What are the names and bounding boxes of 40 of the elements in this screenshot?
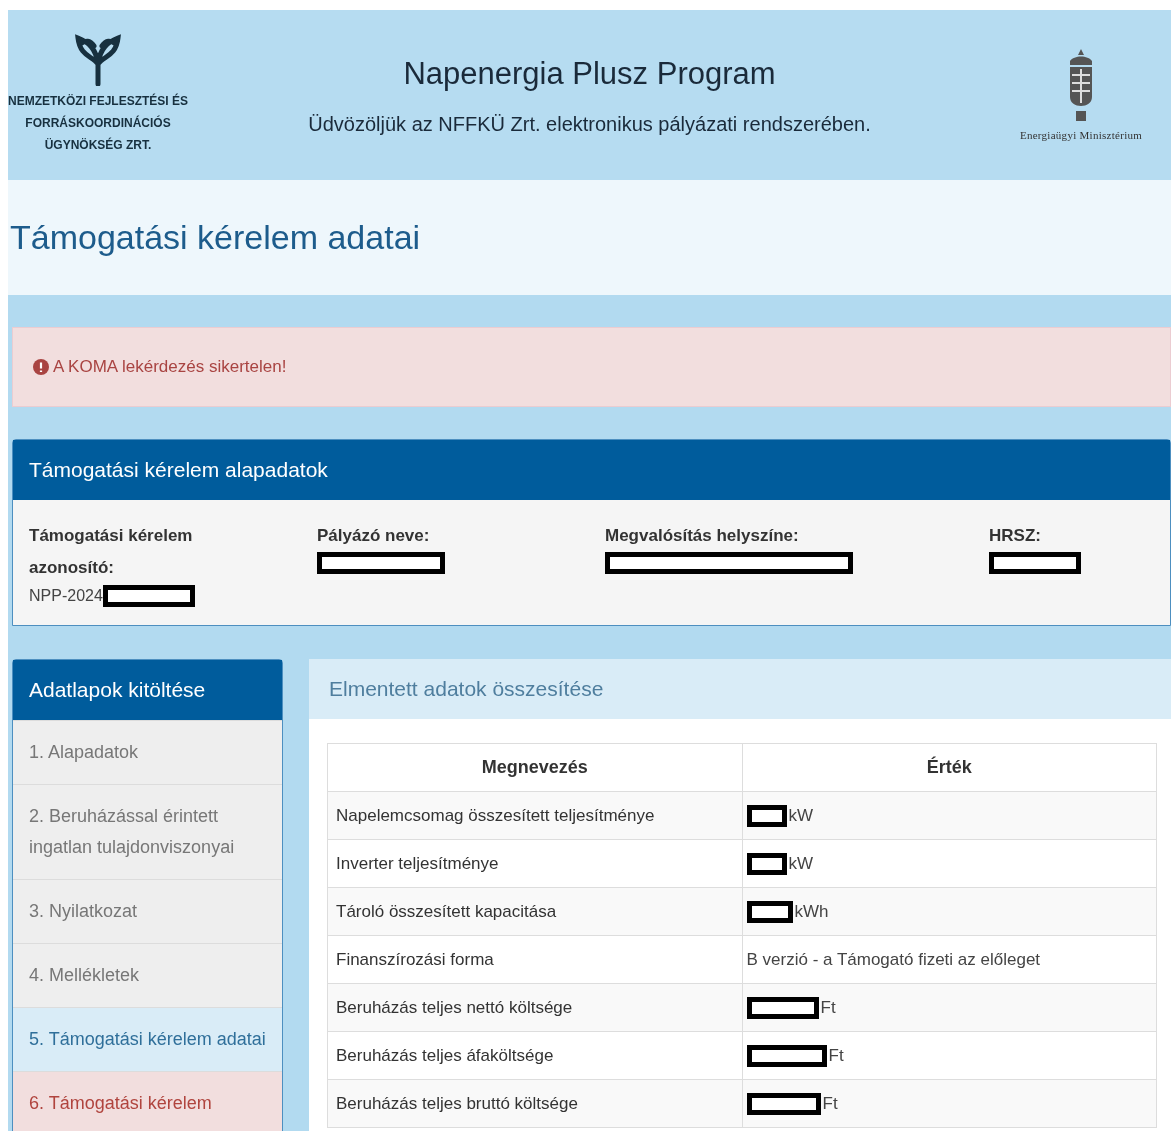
panel-title: Támogatási kérelem alapadatok xyxy=(29,457,328,484)
page-title: Támogatási kérelem adatai xyxy=(10,217,421,258)
column-header: Megnevezés xyxy=(327,743,742,792)
org-name-line: ÜGYNÖKSÉG ZRT. xyxy=(44,136,152,154)
field-value: NPP-2024 xyxy=(29,586,103,606)
cell-value: kW xyxy=(788,804,814,827)
table-cell: Beruházás teljes áfaköltsége xyxy=(327,1031,742,1080)
table-cell: Beruházás teljes bruttó költsége xyxy=(327,1079,742,1128)
table-cell: Tároló összesített kapacitása xyxy=(327,887,742,936)
sidebar-item[interactable]: 2. Beruházással érintett ingatlan tulajdonviszonyai xyxy=(13,784,282,879)
welcome-text: Üdvözöljük az NFFKÜ Zrt. elektronikus pályázati rendszerében. xyxy=(308,112,871,138)
ministry-name: Energiaügyi Minisztérium xyxy=(1019,127,1143,143)
sidebar-item[interactable]: 5. Támogatási kérelem adatai xyxy=(13,1007,282,1071)
leaf-logo-icon xyxy=(74,34,122,86)
cell-value: B verzió - a Támogató fizeti az előleget xyxy=(746,948,1041,971)
sidebar-item[interactable]: 3. Nyilatkozat xyxy=(13,879,282,943)
field-label: HRSZ: xyxy=(989,525,1042,547)
field-label: Pályázó neve: xyxy=(317,525,431,547)
sidebar-title: Adatlapok kitöltése xyxy=(29,677,206,704)
field-label: Támogatási kérelem azonosító: xyxy=(29,525,194,579)
table-cell: Beruházás teljes nettó költsége xyxy=(327,983,742,1032)
sidebar-item[interactable]: 1. Alapadatok xyxy=(13,720,282,784)
cell-value: Ft xyxy=(820,996,836,1019)
sidebar-item[interactable]: 4. Mellékletek xyxy=(13,943,282,1007)
cell-value: Ft xyxy=(828,1044,844,1067)
cell-value: kWh xyxy=(794,900,829,923)
cell-value: Ft xyxy=(822,1092,838,1115)
program-title: Napenergia Plusz Program xyxy=(403,54,776,93)
cell-value: kW xyxy=(788,852,814,875)
column-header: Érték xyxy=(742,743,1157,792)
alert-message: A KOMA lekérdezés sikertelen! xyxy=(53,356,287,379)
org-name-line: NEMZETKÖZI FEJLESZTÉSI ÉS xyxy=(8,92,188,110)
table-cell: Finanszírozási forma xyxy=(327,935,742,984)
exclamation-icon xyxy=(33,359,49,375)
sidebar-item[interactable]: 6. Támogatási kérelem xyxy=(13,1071,282,1131)
section-title: Elmentett adatok összesítése xyxy=(329,676,604,703)
table-cell: Napelemcsomag összesített teljesítménye xyxy=(327,791,742,840)
org-name-line: FORRÁSKOORDINÁCIÓS xyxy=(25,114,171,132)
table-cell: Inverter teljesítménye xyxy=(327,839,742,888)
field-label: Megvalósítás helyszíne: xyxy=(605,525,800,547)
